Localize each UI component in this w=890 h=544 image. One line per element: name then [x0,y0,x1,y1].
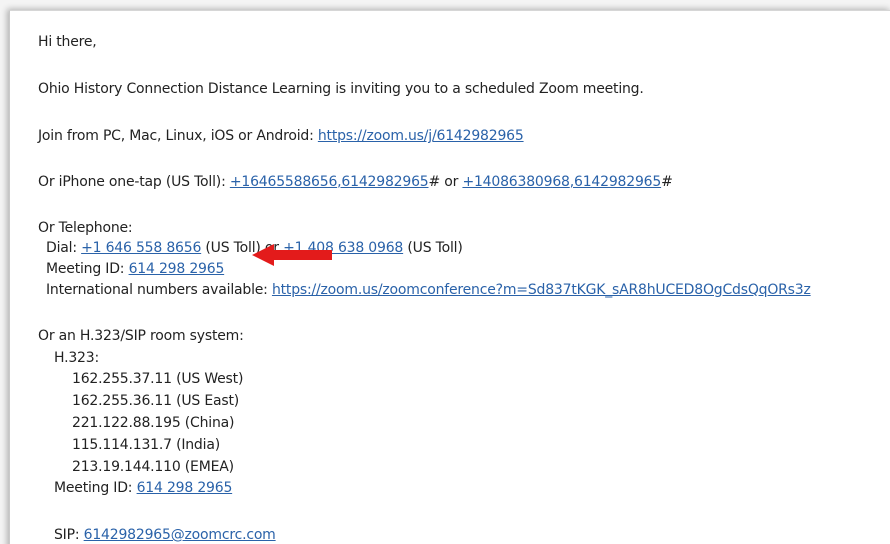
room-meeting-id-line: Meeting ID: 614 298 2965 [54,481,232,495]
arrow-shape [252,244,332,266]
h323-label: H.323: [54,350,99,366]
greeting: Hi there, [38,34,97,50]
one-tap-link-1[interactable]: +16465588656,6142982965 [230,174,429,190]
ip-address-india: 115.114.131.7 (India) [72,437,220,453]
ip-address-us-west: 162.255.37.11 (US West) [72,371,244,387]
ip-address-us-east: 162.255.36.11 (US East) [72,393,239,409]
join-label: Join from PC, Mac, Linux, iOS or Android… [38,128,318,144]
sip-room-heading: Or an H.323/SIP room system: [38,328,244,344]
meeting-id-link[interactable]: 614 298 2965 [129,261,225,277]
meeting-id-line: Meeting ID: 614 298 2965 [46,262,224,276]
join-meeting-link[interactable]: https://zoom.us/j/6142982965 [318,128,524,144]
international-label: International numbers available: [46,282,272,298]
room-meeting-id-label: Meeting ID: [54,480,137,496]
sip-address-link[interactable]: 6142982965@zoomcrc.com [84,527,276,543]
intro-text: Ohio History Connection Distance Learnin… [38,81,644,97]
sip-line: SIP: 6142982965@zoomcrc.com [54,528,276,542]
iphone-one-tap-line: Or iPhone one-tap (US Toll): +1646558865… [38,175,673,189]
join-line: Join from PC, Mac, Linux, iOS or Android… [38,129,524,143]
email-message-panel: Hi there, Ohio History Connection Distan… [9,10,890,544]
sip-label: SIP: [54,527,84,543]
international-numbers-line: International numbers available: https:/… [46,283,811,297]
one-tap-separator: # or [428,174,463,190]
telephone-heading: Or Telephone: [38,220,133,236]
room-meeting-id-link[interactable]: 614 298 2965 [137,480,233,496]
one-tap-end: # [661,174,673,190]
red-arrow-icon [252,244,332,266]
one-tap-link-2[interactable]: +14086380968,6142982965 [462,174,661,190]
dial-end-text: (US Toll) [403,240,463,256]
international-numbers-link[interactable]: https://zoom.us/zoomconference?m=Sd837tK… [272,282,811,298]
dial-label: Dial: [46,240,82,256]
meeting-id-label: Meeting ID: [46,261,129,277]
dial-link-us-1[interactable]: +1 646 558 8656 [81,240,201,256]
iphone-label: Or iPhone one-tap (US Toll): [38,174,230,190]
ip-address-emea: 213.19.144.110 (EMEA) [72,459,234,475]
ip-address-china: 221.122.88.195 (China) [72,415,235,431]
email-viewer: Hi there, Ohio History Connection Distan… [0,0,890,544]
